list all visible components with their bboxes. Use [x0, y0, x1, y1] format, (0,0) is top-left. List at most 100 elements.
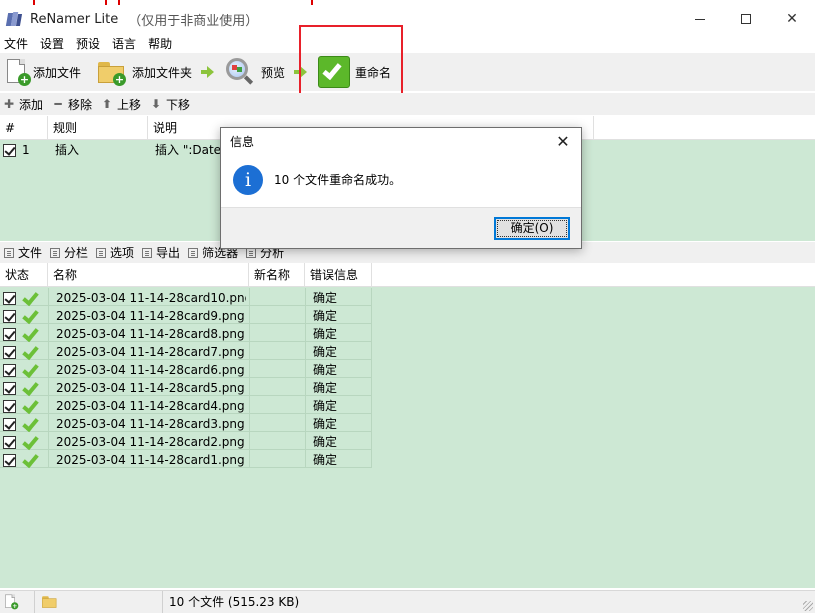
- menu-file[interactable]: 文件: [4, 35, 34, 52]
- rule-enabled-checkbox[interactable]: [3, 144, 16, 157]
- file-error-info: 确定: [313, 435, 338, 449]
- add-folder-button[interactable]: + 添加文件夹: [96, 56, 192, 88]
- magnifier-icon: [223, 56, 255, 88]
- arrow-up-icon: ⬆: [102, 97, 113, 111]
- file-checkbox[interactable]: [3, 310, 16, 323]
- dialog-close-button[interactable]: ✕: [553, 132, 573, 152]
- files-col-newname[interactable]: 新名称: [249, 263, 305, 287]
- rules-up-button[interactable]: ⬆ 上移: [101, 96, 141, 113]
- dialog-message: 10 个文件重命名成功。: [274, 173, 402, 187]
- status-ok-icon: [21, 436, 36, 449]
- dialog-ok-button[interactable]: 确定(O): [494, 217, 570, 240]
- add-files-button[interactable]: + 添加文件: [5, 56, 81, 88]
- files-col-status[interactable]: 状态: [0, 263, 48, 287]
- options-icon: [96, 247, 107, 258]
- file-new-name: [255, 360, 303, 380]
- filter-icon: [188, 247, 199, 258]
- arrow-right-icon: [200, 65, 214, 79]
- title-bar[interactable]: ReNamer Lite （仅用于非商业使用） ✕: [0, 5, 815, 33]
- plus-icon: ✚: [3, 97, 15, 111]
- rules-add-button[interactable]: ✚ 添加: [3, 96, 43, 113]
- status-ok-icon: [21, 292, 36, 305]
- minimize-button[interactable]: [677, 5, 723, 33]
- add-folder-icon: +: [96, 58, 128, 86]
- files-menu-button[interactable]: 文件: [4, 244, 42, 261]
- status-ok-icon: [21, 364, 36, 377]
- file-name: 2025-03-04 11-14-28card9.png: [56, 309, 245, 323]
- file-row[interactable]: 2025-03-04 11-14-28card3.png 确定: [0, 414, 372, 432]
- file-new-name: [255, 450, 303, 470]
- files-col-name[interactable]: 名称: [48, 263, 249, 287]
- menu-settings[interactable]: 设置: [40, 35, 70, 52]
- file-checkbox[interactable]: [3, 364, 16, 377]
- file-row[interactable]: 2025-03-04 11-14-28card5.png 确定: [0, 378, 372, 396]
- files-header: 状态 名称 新名称 错误信息: [0, 263, 815, 287]
- file-error-info: 确定: [313, 309, 338, 323]
- file-checkbox[interactable]: [3, 346, 16, 359]
- rules-col-rule[interactable]: 规则: [48, 116, 148, 140]
- file-checkbox[interactable]: [3, 454, 16, 467]
- status-ok-icon: [21, 310, 36, 323]
- preview-button[interactable]: 预览: [223, 56, 285, 88]
- file-checkbox[interactable]: [3, 418, 16, 431]
- file-row[interactable]: 2025-03-04 11-14-28card7.png 确定: [0, 342, 372, 360]
- menu-presets[interactable]: 预设: [76, 35, 106, 52]
- file-new-name: [255, 414, 303, 434]
- files-col-error[interactable]: 错误信息: [305, 263, 372, 287]
- file-error-info: 确定: [313, 417, 338, 431]
- rules-remove-button[interactable]: ━ 移除: [52, 96, 92, 113]
- status-ok-icon: [21, 328, 36, 341]
- file-row[interactable]: 2025-03-04 11-14-28card10.png 确定: [0, 288, 372, 306]
- maximize-button[interactable]: [723, 5, 769, 33]
- menu-bar: 文件 设置 预设 语言 帮助: [0, 33, 815, 53]
- arrow-down-icon: ⬇: [151, 97, 162, 111]
- info-dialog: 信息 ✕ i 10 个文件重命名成功。 确定(O): [220, 127, 582, 249]
- file-name: 2025-03-04 11-14-28card7.png: [56, 345, 245, 359]
- columns-icon: [50, 247, 61, 258]
- file-checkbox[interactable]: [3, 292, 16, 305]
- add-file-icon: +: [5, 58, 31, 86]
- rule-name: 插入: [55, 143, 80, 157]
- close-button[interactable]: ✕: [769, 5, 815, 33]
- menu-help[interactable]: 帮助: [148, 35, 178, 52]
- file-checkbox[interactable]: [3, 328, 16, 341]
- columns-menu-button[interactable]: 分栏: [50, 244, 88, 261]
- file-name: 2025-03-04 11-14-28card10.png: [56, 291, 246, 305]
- file-new-name: [255, 288, 303, 308]
- folder-search-icon: [41, 594, 59, 609]
- file-row[interactable]: 2025-03-04 11-14-28card6.png 确定: [0, 360, 372, 378]
- file-checkbox[interactable]: [3, 400, 16, 413]
- close-icon: ✕: [556, 132, 570, 151]
- file-error-info: 确定: [313, 345, 338, 359]
- file-row[interactable]: 2025-03-04 11-14-28card8.png 确定: [0, 324, 372, 342]
- file-row[interactable]: 2025-03-04 11-14-28card9.png 确定: [0, 306, 372, 324]
- file-new-name: [255, 396, 303, 416]
- file-row[interactable]: 2025-03-04 11-14-28card2.png 确定: [0, 432, 372, 450]
- file-checkbox[interactable]: [3, 382, 16, 395]
- resize-grip[interactable]: [803, 601, 813, 611]
- file-name: 2025-03-04 11-14-28card6.png: [56, 363, 245, 377]
- window-title: ReNamer Lite: [30, 11, 119, 27]
- status-bar: + 10 个文件 (515.23 KB): [0, 590, 815, 613]
- close-icon: ✕: [786, 11, 798, 27]
- minimize-icon: [695, 18, 705, 20]
- status-preview-button[interactable]: [35, 591, 163, 613]
- file-row[interactable]: 2025-03-04 11-14-28card1.png 确定: [0, 450, 372, 468]
- file-count-summary: 10 个文件 (515.23 KB): [169, 595, 300, 609]
- file-checkbox[interactable]: [3, 436, 16, 449]
- status-ok-icon: [21, 382, 36, 395]
- file-error-info: 确定: [313, 381, 338, 395]
- options-menu-button[interactable]: 选项: [96, 244, 134, 261]
- minus-icon: ━: [54, 97, 62, 111]
- file-new-name: [255, 306, 303, 326]
- export-menu-button[interactable]: 导出: [142, 244, 180, 261]
- file-row[interactable]: 2025-03-04 11-14-28card4.png 确定: [0, 396, 372, 414]
- menu-language[interactable]: 语言: [112, 35, 142, 52]
- files-list[interactable]: 状态 名称 新名称 错误信息 2025-03-04 11-14-28card10…: [0, 263, 815, 588]
- status-add-file-button[interactable]: +: [0, 591, 35, 613]
- renamer-app-icon: [5, 11, 23, 27]
- rules-col-index[interactable]: #: [0, 116, 48, 140]
- dialog-footer: 确定(O): [221, 207, 581, 248]
- rules-down-button[interactable]: ⬇ 下移: [150, 96, 190, 113]
- maximize-icon: [741, 14, 751, 24]
